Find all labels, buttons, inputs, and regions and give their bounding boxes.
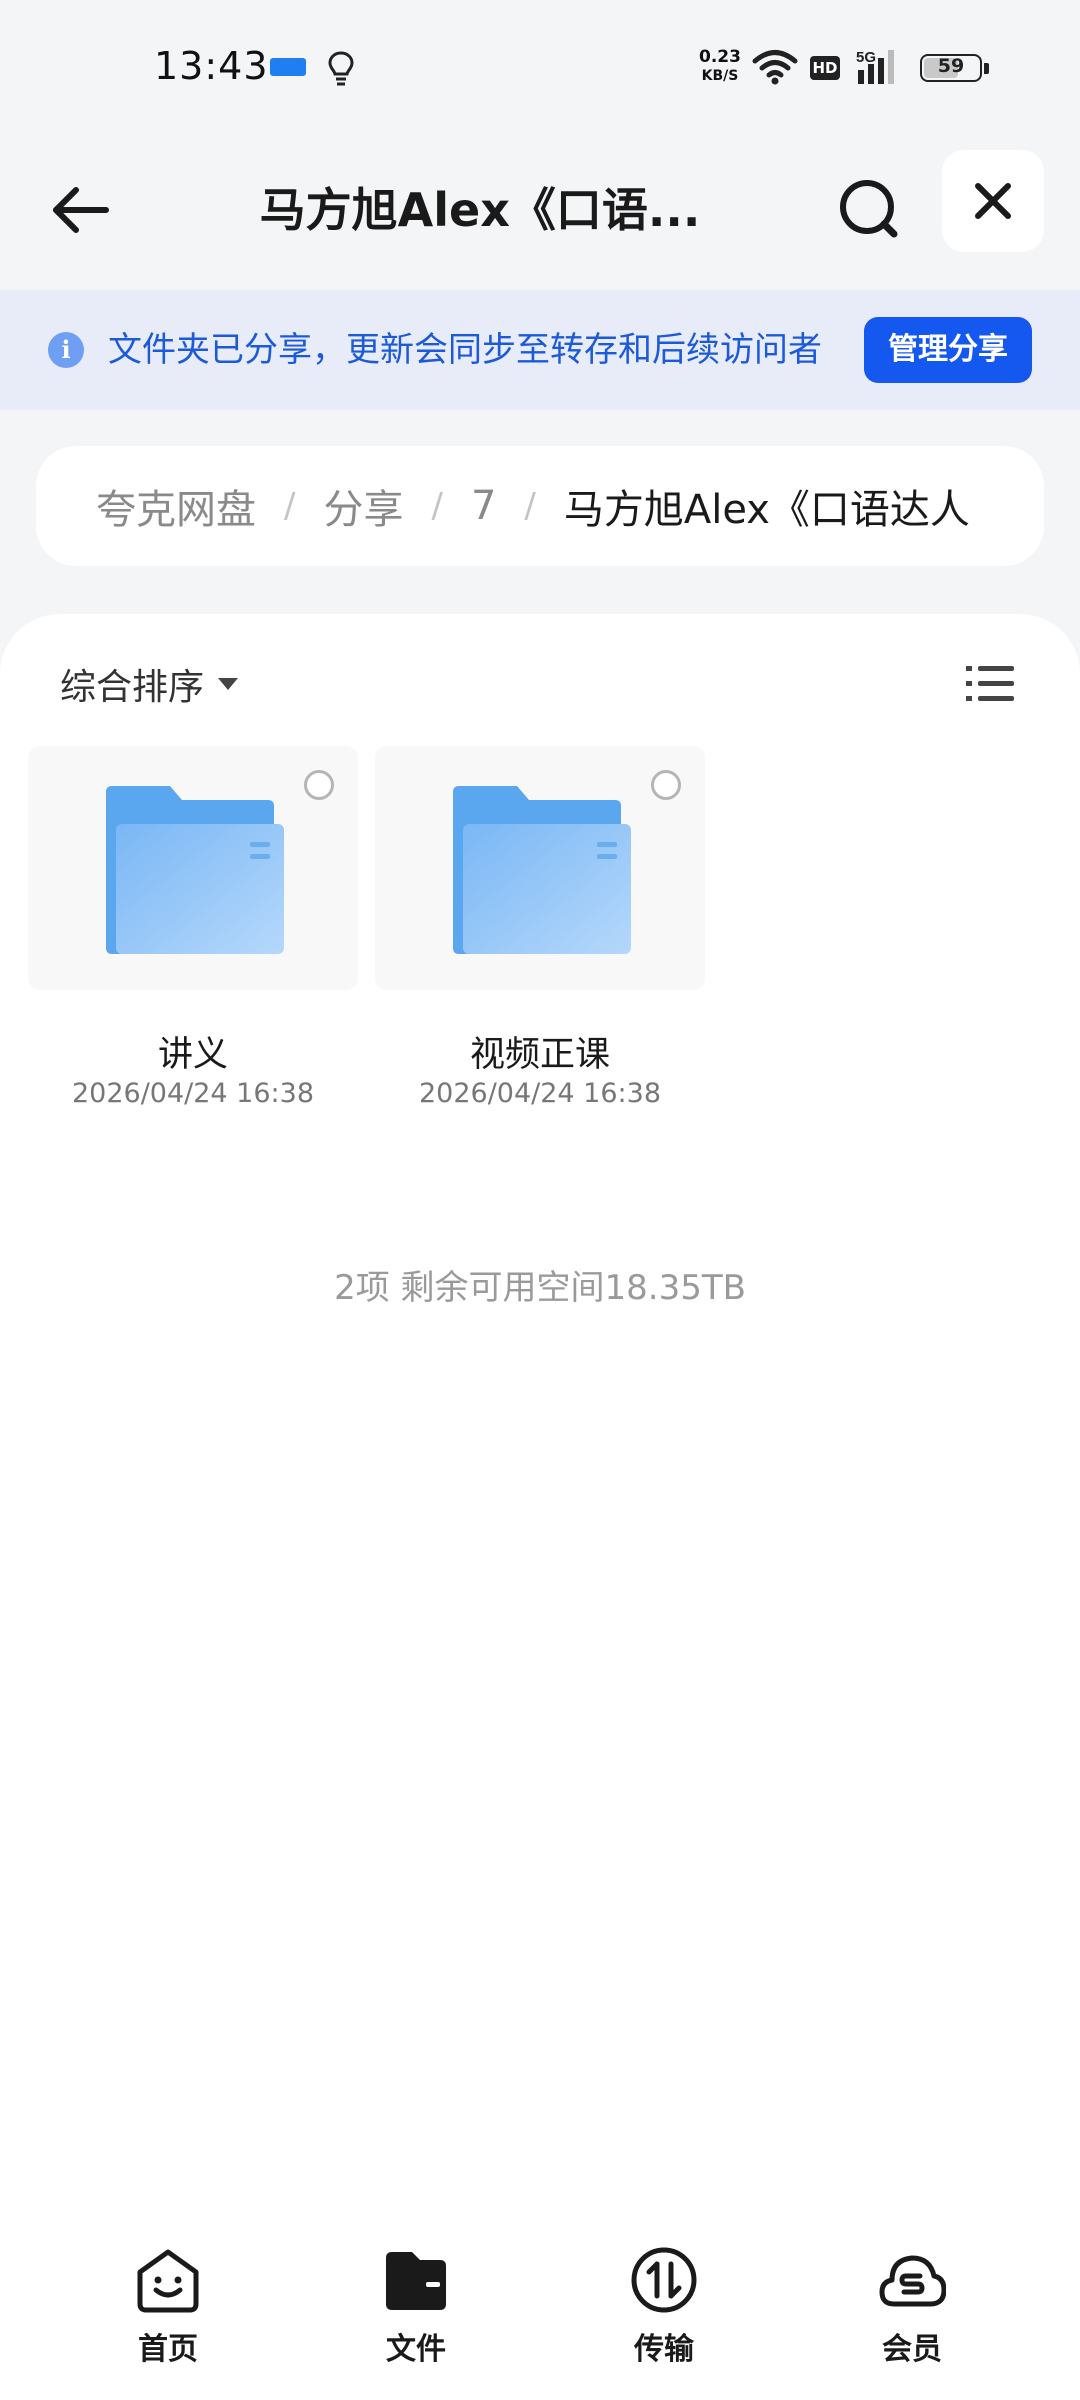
back-arrow-icon [53, 187, 109, 233]
breadcrumb-item-root[interactable]: 夸克网盘 [96, 477, 256, 535]
folder-thumbnail[interactable] [375, 746, 705, 990]
close-button[interactable] [942, 150, 1044, 252]
sort-label: 综合排序 [60, 667, 205, 708]
search-button[interactable] [830, 170, 910, 250]
list-view-toggle[interactable] [962, 658, 1018, 710]
nav-item-member[interactable]: 会员 [832, 2246, 992, 2376]
select-checkbox[interactable] [651, 770, 681, 800]
back-button[interactable] [40, 170, 120, 250]
transfer-icon [631, 2247, 697, 2313]
member-cloud-icon [879, 2255, 946, 2307]
breadcrumb-separator: / [284, 486, 296, 526]
storage-summary: 2项 剩余可用空间18.35TB [334, 1268, 746, 1308]
select-checkbox[interactable] [304, 770, 334, 800]
breadcrumb-separator: / [431, 486, 443, 526]
file-list-panel: 综合排序 讲义 2026/04/24 16:38 视频正课 2026/04/24… [0, 614, 1080, 2400]
page-title: 马方旭Alex《口语... [259, 183, 701, 237]
folder-name: 视频正课 [469, 1035, 610, 1075]
nav-label: 传输 [634, 2332, 694, 2367]
nav-label: 文件 [386, 2332, 446, 2367]
battery-nub [984, 63, 989, 74]
folder-icon [453, 786, 631, 954]
close-icon [975, 183, 1011, 219]
status-bar: 13:43 0.23 KB/S HD 5G 59 [0, 0, 1080, 140]
folder-date: 2026/04/24 16:38 [71, 1078, 314, 1109]
list-view-icon [966, 666, 1014, 701]
header-bar: 马方旭Alex《口语... [0, 140, 1080, 290]
network-speed: 0.23 KB/S [694, 48, 746, 86]
breadcrumb-separator: / [524, 486, 536, 526]
info-icon: i [48, 332, 84, 368]
breadcrumb: 夸克网盘 / 分享 / 7 / 马方旭Alex《口语达人 [36, 446, 1044, 566]
breadcrumb-item-7[interactable]: 7 [471, 483, 496, 529]
nav-label: 会员 [882, 2332, 942, 2367]
sort-caret-icon [218, 678, 239, 690]
battery-icon: 59 [920, 54, 982, 82]
signal-icon: 5G [856, 49, 894, 84]
search-icon [840, 180, 898, 238]
network-type-label: 5G [856, 49, 876, 66]
nav-item-transfer[interactable]: 传输 [584, 2246, 744, 2376]
battery-percent: 59 [937, 55, 965, 77]
app-notification-icon [270, 58, 306, 76]
folder-wallet-icon [386, 2252, 446, 2310]
wifi-icon [752, 50, 798, 85]
breadcrumb-item-current: 马方旭Alex《口语达人 [563, 487, 970, 533]
share-banner: i 文件夹已分享，更新会同步至转存和后续访问者 管理分享 [0, 290, 1080, 410]
breadcrumb-item-share[interactable]: 分享 [323, 477, 403, 535]
folder-thumbnail[interactable] [28, 746, 358, 990]
bulb-icon [328, 51, 354, 86]
network-speed-unit: KB/S [701, 68, 739, 84]
share-banner-text: 文件夹已分享，更新会同步至转存和后续访问者 [108, 330, 822, 370]
bottom-nav: 首页 文件 传输 会员 [0, 2220, 1080, 2400]
manage-share-button[interactable]: 管理分享 [864, 317, 1032, 383]
folder-name: 讲义 [157, 1035, 228, 1075]
sort-dropdown[interactable]: 综合排序 [60, 654, 239, 714]
folder-date: 2026/04/24 16:38 [418, 1078, 661, 1109]
hd-badge: HD [810, 56, 840, 80]
home-face-icon [137, 2249, 199, 2313]
network-speed-value: 0.23 [699, 47, 741, 67]
nav-item-home[interactable]: 首页 [88, 2246, 248, 2376]
status-time: 13:43 [154, 44, 269, 88]
nav-label: 首页 [138, 2332, 198, 2367]
nav-item-files[interactable]: 文件 [336, 2246, 496, 2376]
folder-icon [106, 786, 284, 954]
